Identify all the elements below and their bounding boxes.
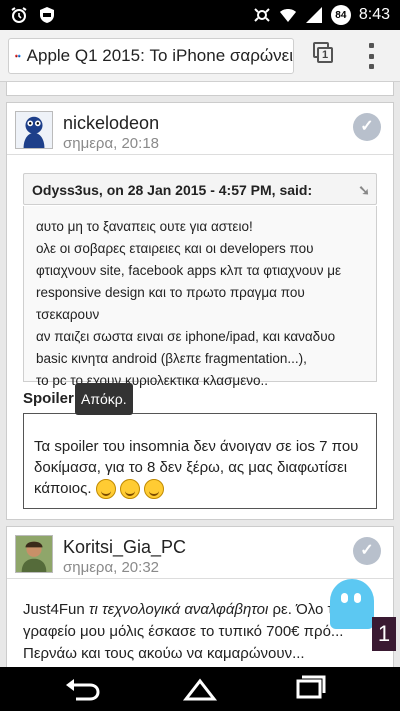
wifi-icon bbox=[279, 9, 296, 22]
quote-line: αν παιζει σωστα ειναι σε iphone/ipad, κα… bbox=[36, 329, 336, 344]
laughing-emoji-icon bbox=[143, 479, 164, 500]
alarm-icon bbox=[11, 7, 27, 23]
post-text-italic: τι τεχνολογικά αναλφάβητοι bbox=[88, 601, 269, 618]
spoiler-text: Τα spoiler του insomnia δεν άνοιγαν σε i… bbox=[34, 438, 359, 497]
post-date: σημερα, 20:18 bbox=[63, 135, 160, 152]
home-nav-icon[interactable] bbox=[180, 673, 220, 705]
ghostery-icon[interactable] bbox=[320, 565, 374, 629]
spoiler-hide-button[interactable]: Απόκρ. bbox=[75, 383, 133, 415]
overflow-menu-button[interactable] bbox=[366, 43, 376, 69]
back-nav-icon[interactable] bbox=[62, 673, 102, 705]
quote-body: αυτο μη το ξαναπεις ουτε για αστειο! ολε… bbox=[23, 206, 377, 388]
quote-line: responsive design και το πρωτο πραγμα πο… bbox=[36, 285, 305, 322]
clock: 8:43 bbox=[358, 6, 390, 23]
previous-post-edge bbox=[6, 82, 394, 96]
browser-toolbar: Apple Q1 2015: Το iPhone σαρώνει 1 bbox=[0, 30, 400, 82]
post-header: nickelodeon σημερα, 20:18 ✓ bbox=[7, 103, 393, 155]
ghost-eye bbox=[354, 593, 361, 603]
laughing-emoji-icon bbox=[119, 479, 140, 500]
url-text: Apple Q1 2015: Το iPhone σαρώνει bbox=[26, 46, 293, 65]
quote-line: αυτο μη το ξαναπεις ουτε για αστειο! bbox=[36, 219, 253, 234]
spoiler-content: Τα spoiler του insomnia δεν άνοιγαν σε i… bbox=[23, 413, 377, 509]
shield-icon bbox=[40, 7, 54, 23]
avatar[interactable] bbox=[15, 535, 53, 573]
spoiler-label: Spoiler bbox=[23, 390, 74, 407]
navigation-bar bbox=[0, 667, 400, 711]
forum-post: nickelodeon σημερα, 20:18 ✓ Odyss3us, on… bbox=[6, 102, 394, 520]
post-author[interactable]: Koritsi_Gia_PC bbox=[63, 537, 186, 558]
post-date: σημερα, 20:32 bbox=[63, 559, 160, 576]
tab-count: 1 bbox=[317, 47, 333, 63]
signal-icon bbox=[305, 7, 322, 23]
menu-dot-icon bbox=[368, 64, 374, 69]
quote-line: basic κινητα android (βλεπε fragmentatio… bbox=[36, 351, 307, 366]
post-text: Just4Fun bbox=[23, 601, 89, 618]
view-post-arrow-icon[interactable]: ➘ bbox=[358, 182, 370, 199]
ghost-body bbox=[330, 579, 374, 629]
address-bar[interactable]: Apple Q1 2015: Το iPhone σαρώνει bbox=[8, 38, 294, 74]
checkmark-icon[interactable]: ✓ bbox=[353, 537, 381, 565]
post-author[interactable]: nickelodeon bbox=[63, 113, 159, 134]
quote-line: φτιαχνουν site, facebook apps κλπ τα φτι… bbox=[36, 263, 341, 278]
laughing-emoji-icon bbox=[95, 479, 116, 500]
quote-line: ολε οι σοβαρες εταιρειες και οι develope… bbox=[36, 241, 314, 256]
battery-indicator: 84 bbox=[330, 5, 351, 25]
quote-citation: Odyss3us, on 28 Jan 2015 - 4:57 PM, said… bbox=[32, 182, 313, 198]
menu-dot-icon bbox=[368, 53, 374, 59]
avatar[interactable] bbox=[15, 111, 53, 149]
site-favicon-icon bbox=[15, 54, 21, 58]
recents-nav-icon[interactable] bbox=[290, 673, 330, 705]
tabs-button[interactable]: 1 bbox=[313, 42, 337, 66]
status-bar: 84 8:43 bbox=[0, 0, 400, 30]
tracker-count-badge[interactable]: 1 bbox=[372, 617, 396, 651]
post-line: Περνάω και τους ακούω να καμαρώνουν... bbox=[23, 645, 305, 662]
quote-header: Odyss3us, on 28 Jan 2015 - 4:57 PM, said… bbox=[23, 173, 377, 205]
checkmark-icon[interactable]: ✓ bbox=[353, 113, 381, 141]
ghost-eye bbox=[341, 593, 348, 603]
vibrate-icon bbox=[254, 8, 270, 22]
menu-dot-icon bbox=[368, 43, 374, 48]
